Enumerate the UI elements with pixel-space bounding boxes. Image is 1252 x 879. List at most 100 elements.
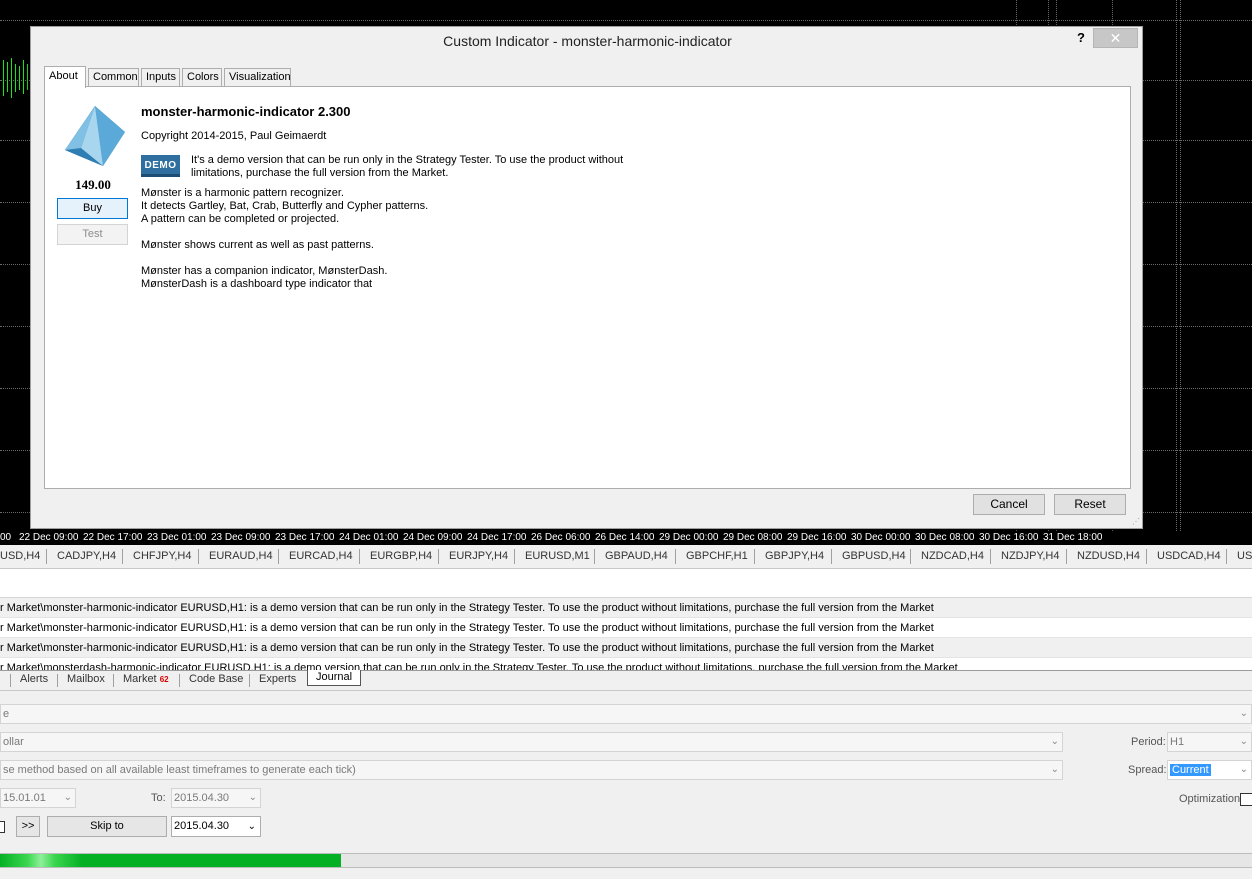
symbol-tab[interactable]: EURGBP,H4 xyxy=(370,550,432,562)
time-label: 22 Dec 17:00 xyxy=(83,532,143,543)
symbol-tab[interactable]: EURUSD,M1 xyxy=(525,550,590,562)
symbol-tab[interactable]: CADJPY,H4 xyxy=(57,550,116,562)
tab-separator xyxy=(10,674,11,687)
chevron-down-icon: ⌄ xyxy=(248,792,257,803)
time-label: 26 Dec 14:00 xyxy=(595,532,655,543)
custom-indicator-dialog: Custom Indicator - monster-harmonic-indi… xyxy=(30,26,1143,529)
tab-market-label: Market xyxy=(123,673,157,685)
period-select[interactable]: H1 ⌄ xyxy=(1167,732,1252,752)
from-date-value: 15.01.01 xyxy=(3,792,46,804)
symbol-tab[interactable]: NZDJPY,H4 xyxy=(1001,550,1059,562)
model-select[interactable]: se method based on all available least t… xyxy=(0,760,1063,780)
symbol-tab[interactable]: NZDCAD,H4 xyxy=(921,550,984,562)
product-copyright: Copyright 2014-2015, Paul Geimaerdt xyxy=(141,130,327,142)
time-label: 23 Dec 01:00 xyxy=(147,532,207,543)
log-row[interactable]: r Market\monster-harmonic-indicator EURU… xyxy=(0,618,1252,638)
tab-separator xyxy=(831,549,832,564)
product-logo-icon xyxy=(65,106,125,166)
optimization-checkbox[interactable] xyxy=(1240,793,1252,806)
time-label: 23 Dec 09:00 xyxy=(211,532,271,543)
expert-select[interactable]: e ⌄ xyxy=(0,704,1252,724)
log-row[interactable]: r Market\monster-harmonic-indicator EURU… xyxy=(0,598,1252,618)
tab-separator xyxy=(46,549,47,564)
tab-colors[interactable]: Colors xyxy=(182,68,222,87)
skip-to-date-value: 2015.04.30 xyxy=(174,820,230,832)
tab-separator xyxy=(910,549,911,564)
tab-separator xyxy=(249,674,250,687)
symbol-select-value: ollar xyxy=(3,736,24,748)
symbol-tab[interactable]: EURJPY,H4 xyxy=(449,550,508,562)
symbol-tab[interactable]: USDCAD,H4 xyxy=(1157,550,1221,562)
product-description: Mønster is a harmonic pattern recognizer… xyxy=(141,187,429,290)
tab-inputs[interactable]: Inputs xyxy=(141,68,180,87)
period-label: Period: xyxy=(1131,736,1166,748)
about-panel: 149.00 Buy Test monster-harmonic-indicat… xyxy=(44,86,1131,489)
tab-market[interactable]: Market 62 xyxy=(123,673,169,685)
tab-separator xyxy=(1146,549,1147,564)
test-button[interactable]: Test xyxy=(57,224,128,245)
expert-select-value: e xyxy=(3,708,10,720)
tab-visualization[interactable]: Visualization xyxy=(224,68,291,87)
tab-separator xyxy=(359,549,360,564)
tab-separator xyxy=(990,549,991,564)
spread-select-value: Current xyxy=(1170,764,1211,776)
spread-label: Spread: xyxy=(1128,764,1167,776)
symbol-tab[interactable]: GBPCHF,H1 xyxy=(686,550,748,562)
buy-button[interactable]: Buy xyxy=(57,198,128,219)
market-count-badge: 62 xyxy=(159,675,169,684)
chevron-down-icon: ⌄ xyxy=(1239,764,1248,775)
tab-journal[interactable]: Journal xyxy=(307,670,362,686)
help-button[interactable]: ? xyxy=(1074,30,1088,48)
from-date-picker[interactable]: 15.01.01 ⌄ xyxy=(0,788,76,808)
time-label: 29 Dec 00:00 xyxy=(659,532,719,543)
symbol-tab[interactable]: USI xyxy=(1237,550,1252,562)
candle xyxy=(3,60,4,96)
optimization-label: Optimization xyxy=(1179,793,1241,805)
tab-mailbox[interactable]: Mailbox xyxy=(67,673,105,685)
symbol-tab[interactable]: EURAUD,H4 xyxy=(209,550,273,562)
tab-separator xyxy=(514,549,515,564)
symbol-tab[interactable]: USD,H4 xyxy=(0,550,40,562)
time-label: 23 Dec 17:00 xyxy=(275,532,335,543)
to-date-picker[interactable]: 2015.04.30 ⌄ xyxy=(171,788,261,808)
time-label: 24 Dec 01:00 xyxy=(339,532,399,543)
skip-to-date-picker[interactable]: 2015.04.30 ⌄ xyxy=(171,816,261,837)
skip-to-button[interactable]: Skip to xyxy=(47,816,167,837)
symbol-tab[interactable]: NZDUSD,H4 xyxy=(1077,550,1140,562)
spread-select[interactable]: Current ⌄ xyxy=(1167,760,1252,780)
candle xyxy=(27,64,28,90)
symbol-tab[interactable]: GBPUSD,H4 xyxy=(842,550,906,562)
time-label: 31 Dec 18:00 xyxy=(1043,532,1103,543)
time-label: 26 Dec 06:00 xyxy=(531,532,591,543)
reset-button[interactable]: Reset xyxy=(1054,494,1126,515)
strategy-tester-panel: e ⌄ ollar ⌄ Period: H1 ⌄ se method based on… xyxy=(0,690,1252,879)
cancel-button[interactable]: Cancel xyxy=(973,494,1045,515)
time-label: 30 Dec 08:00 xyxy=(915,532,975,543)
fast-forward-button[interactable]: >> xyxy=(16,816,40,837)
visual-mode-checkbox[interactable] xyxy=(0,821,5,833)
log-row[interactable]: r Market\monster-harmonic-indicator EURU… xyxy=(0,638,1252,658)
time-axis: 00 22 Dec 09:00 22 Dec 17:00 23 Dec 01:0… xyxy=(0,531,1252,545)
symbol-tab[interactable]: CHFJPY,H4 xyxy=(133,550,191,562)
chevron-down-icon: ⌄ xyxy=(1239,708,1248,719)
journal-log[interactable]: r Market\monster-harmonic-indicator EURU… xyxy=(0,597,1252,671)
product-name: monster-harmonic-indicator 2.300 xyxy=(141,104,351,119)
close-button[interactable]: ✕ xyxy=(1093,28,1138,48)
symbol-tab[interactable]: GBPJPY,H4 xyxy=(765,550,824,562)
candle xyxy=(19,66,20,90)
tab-about[interactable]: About xyxy=(44,66,86,88)
chart-symbol-tabs: USD,H4 CADJPY,H4 CHFJPY,H4 EURAUD,H4 EUR… xyxy=(0,545,1252,569)
tab-experts[interactable]: Experts xyxy=(259,673,296,685)
tab-code-base[interactable]: Code Base xyxy=(189,673,243,685)
terminal-tabs: Alerts Mailbox Market 62 Code Base Exper… xyxy=(0,670,1252,690)
model-select-value: se method based on all available least t… xyxy=(3,764,356,776)
symbol-select[interactable]: ollar ⌄ xyxy=(0,732,1063,752)
tab-common[interactable]: Common xyxy=(88,68,139,87)
candle xyxy=(15,64,16,92)
time-label: 30 Dec 00:00 xyxy=(851,532,911,543)
symbol-tab[interactable]: GBPAUD,H4 xyxy=(605,550,668,562)
symbol-tab[interactable]: EURCAD,H4 xyxy=(289,550,353,562)
resize-grip-icon[interactable]: ⋰ xyxy=(1132,518,1140,526)
tab-alerts[interactable]: Alerts xyxy=(20,673,48,685)
tab-separator xyxy=(594,549,595,564)
